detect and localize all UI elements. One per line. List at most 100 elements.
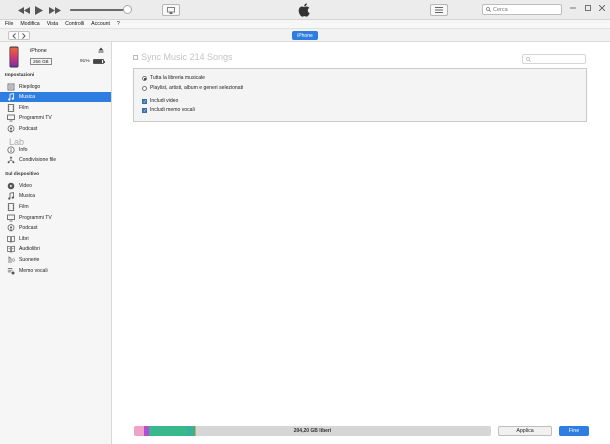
music-search-input[interactable] bbox=[522, 54, 586, 64]
option-all-library[interactable]: Tutta la libreria musicale bbox=[142, 75, 205, 81]
device-button[interactable]: iPhone bbox=[292, 31, 318, 40]
device-item-video[interactable]: Video bbox=[0, 181, 111, 191]
device-item-libri[interactable]: Libri bbox=[0, 234, 111, 244]
close-button[interactable] bbox=[597, 3, 607, 12]
summary-icon bbox=[7, 83, 15, 91]
chevron-left-icon bbox=[11, 32, 16, 39]
selected-label: Playlist, artisti, album e generi selezi… bbox=[150, 85, 244, 91]
settings-item-label: Riepilogo bbox=[19, 83, 41, 90]
tv-icon bbox=[7, 114, 15, 122]
settings-item-label: Film bbox=[19, 104, 29, 111]
settings-item-programmi-tv[interactable]: Programmi TV bbox=[0, 113, 111, 123]
navigation-bar: iPhone bbox=[0, 29, 610, 42]
airplay-button[interactable] bbox=[162, 4, 180, 16]
device-item-label: Film bbox=[19, 203, 29, 210]
device-item-programmi-tv[interactable]: Programmi TV bbox=[0, 213, 111, 223]
settings-item-label: Musica bbox=[19, 93, 36, 100]
file-sharing-icon bbox=[7, 156, 15, 164]
music-note-icon bbox=[7, 192, 15, 200]
minimize-button[interactable] bbox=[568, 3, 578, 12]
capacity-badge: 256 GB bbox=[30, 58, 52, 65]
rewind-button[interactable] bbox=[18, 5, 30, 15]
podcast-icon bbox=[7, 224, 15, 232]
airplay-icon bbox=[167, 6, 175, 14]
apply-button[interactable]: Applica bbox=[498, 426, 552, 436]
option-include-video[interactable]: ✓ Includi video bbox=[142, 98, 178, 104]
menu-modifica[interactable]: Modifica bbox=[20, 21, 39, 27]
apple-logo-icon bbox=[298, 3, 310, 17]
battery-fill bbox=[94, 60, 103, 63]
iphone-device-icon bbox=[9, 46, 19, 68]
list-icon bbox=[435, 7, 443, 13]
include-memos-label: Includi memo vocali bbox=[150, 107, 195, 113]
menu-help[interactable]: ? bbox=[117, 21, 120, 27]
device-item-film[interactable]: Film bbox=[0, 202, 111, 212]
device-item-suonerie[interactable]: Suonerie bbox=[0, 255, 111, 265]
device-item-label: Libri bbox=[19, 235, 29, 242]
voice-memos-icon bbox=[7, 267, 15, 275]
video-icon bbox=[7, 182, 15, 190]
settings-item-riepilogo[interactable]: Riepilogo bbox=[0, 82, 111, 92]
music-note-icon bbox=[7, 92, 15, 101]
device-item-label: Programmi TV bbox=[19, 214, 52, 221]
all-library-radio[interactable] bbox=[142, 75, 147, 81]
watermark-text: Lab bbox=[9, 137, 25, 147]
settings-item-film[interactable]: Film bbox=[0, 103, 111, 113]
eject-icon bbox=[98, 47, 104, 53]
device-item-musica[interactable]: Musica bbox=[0, 192, 111, 202]
eject-button[interactable] bbox=[98, 47, 104, 53]
selected-radio[interactable] bbox=[142, 85, 147, 91]
ringtones-icon bbox=[7, 256, 15, 264]
back-button[interactable] bbox=[8, 31, 19, 40]
search-placeholder: Cerca bbox=[493, 6, 508, 13]
volume-slider-fill bbox=[70, 9, 128, 11]
menu-file[interactable]: File bbox=[5, 21, 13, 27]
done-button[interactable]: Fine bbox=[559, 426, 589, 436]
search-input[interactable]: Cerca bbox=[482, 4, 562, 15]
include-memos-checkbox[interactable]: ✓ bbox=[142, 107, 147, 113]
volume-slider-knob[interactable] bbox=[122, 5, 132, 14]
play-button[interactable] bbox=[34, 5, 44, 15]
forward-button[interactable] bbox=[19, 31, 30, 40]
close-icon bbox=[599, 4, 605, 11]
fast-forward-button[interactable] bbox=[49, 5, 61, 15]
device-item-label: Musica bbox=[19, 193, 36, 200]
device-name: iPhone bbox=[30, 48, 47, 54]
podcast-icon bbox=[7, 125, 15, 133]
settings-item-podcast[interactable]: Podcast bbox=[0, 124, 111, 134]
maximize-button[interactable] bbox=[583, 3, 593, 12]
menu-account[interactable]: Account bbox=[91, 21, 110, 27]
storage-capacity-bar: 204,20 GB liberi bbox=[134, 426, 491, 436]
device-item-audiolibri[interactable]: Audiolibri bbox=[0, 245, 111, 255]
menu-bar: File Modifica Vista Controlli Account? bbox=[0, 20, 610, 29]
device-item-label: Memo vocali bbox=[19, 267, 48, 274]
battery-percent: 91% bbox=[80, 59, 90, 64]
sync-music-row: Sync Music 214 Songs bbox=[133, 52, 233, 62]
battery-icon bbox=[93, 59, 105, 64]
menu-vista[interactable]: Vista bbox=[47, 21, 58, 27]
menu-controlli[interactable]: Controlli bbox=[65, 21, 84, 27]
rewind-icon bbox=[18, 6, 30, 14]
settings-section-header: Impostazioni bbox=[5, 73, 35, 78]
all-library-label: Tutta la libreria musicale bbox=[150, 75, 206, 81]
device-item-label: Podcast bbox=[19, 225, 38, 232]
search-icon bbox=[526, 56, 531, 62]
device-item-podcast[interactable]: Podcast bbox=[0, 223, 111, 233]
sync-options-panel: Tutta la libreria musicale Playlist, art… bbox=[133, 68, 587, 122]
toolbar: Cerca bbox=[0, 0, 610, 20]
option-include-memos[interactable]: ✓ Includi memo vocali bbox=[142, 107, 195, 113]
chevron-right-icon bbox=[22, 32, 26, 39]
settings-item-musica[interactable]: Musica bbox=[0, 92, 111, 102]
settings-item-label: Podcast bbox=[19, 125, 38, 132]
device-item-memo-vocali[interactable]: Memo vocali bbox=[0, 266, 111, 276]
settings-item-condivisione-file[interactable]: Condivisione file bbox=[0, 155, 111, 165]
film-icon bbox=[7, 203, 15, 211]
on-device-section-header: Sul dispositivo bbox=[5, 172, 40, 177]
option-selected[interactable]: Playlist, artisti, album e generi selezi… bbox=[142, 85, 243, 91]
include-video-checkbox[interactable]: ✓ bbox=[142, 98, 147, 104]
queue-list-button[interactable] bbox=[430, 4, 448, 16]
audiobooks-icon bbox=[7, 245, 15, 253]
search-icon bbox=[486, 7, 491, 12]
device-item-label: Video bbox=[19, 182, 32, 189]
sync-music-checkbox[interactable] bbox=[133, 54, 138, 60]
